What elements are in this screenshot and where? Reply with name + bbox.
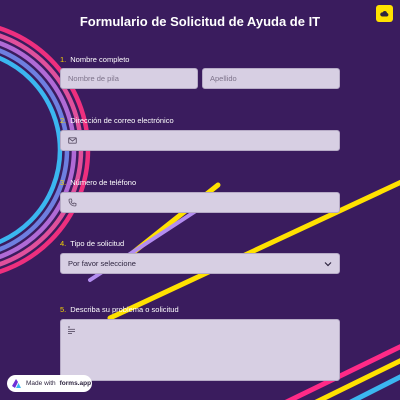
question-number: 2. [60, 116, 67, 125]
question-text: Dirección de correo electrónico [70, 116, 174, 125]
question-number: 3. [60, 178, 67, 187]
question-request-type: 4. Tipo de solicitud [60, 239, 340, 248]
description-textarea[interactable] [60, 319, 340, 381]
question-number: 1. [60, 55, 67, 64]
request-type-select[interactable]: Por favor seleccione [60, 253, 340, 274]
question-text: Nombre completo [70, 55, 130, 64]
form-title: Formulario de Solicitud de Ayuda de IT [79, 14, 321, 29]
question-label: 4. Tipo de solicitud [60, 239, 340, 248]
question-text: Describa su problema o solicitud [70, 305, 179, 314]
question-label: 2. Dirección de correo electrónico [60, 116, 340, 125]
made-with-badge[interactable]: Made with forms.app [7, 375, 92, 392]
email-field[interactable] [60, 130, 340, 151]
question-full-name: 1. Nombre completo [60, 55, 340, 64]
first-name-input[interactable]: Nombre de pila [60, 68, 198, 89]
first-name-placeholder: Nombre de pila [68, 74, 119, 83]
request-type-value: Por favor seleccione [68, 259, 136, 268]
question-text: Tipo de solicitud [70, 239, 125, 248]
brand-name: forms.app [59, 380, 92, 387]
form-page: Formulario de Solicitud de Ayuda de IT 1… [0, 0, 400, 400]
question-label: 5. Describa su problema o solicitud [60, 305, 340, 314]
question-email: 2. Dirección de correo electrónico [60, 116, 340, 125]
question-number: 4. [60, 239, 67, 248]
mail-icon [68, 136, 77, 145]
last-name-placeholder: Apellido [210, 74, 237, 83]
phone-field[interactable] [60, 192, 340, 213]
last-name-input[interactable]: Apellido [202, 68, 340, 89]
question-phone: 3. Número de teléfono [60, 178, 340, 187]
question-label: 3. Número de teléfono [60, 178, 340, 187]
cloud-icon [380, 10, 389, 17]
made-with-text: Made with [26, 380, 56, 387]
question-label: 1. Nombre completo [60, 55, 340, 64]
chevron-down-icon [324, 261, 332, 266]
text-lines-icon [68, 326, 75, 334]
forms-app-logo-icon [12, 379, 21, 388]
question-number: 5. [60, 305, 67, 314]
question-description: 5. Describa su problema o solicitud [60, 305, 340, 314]
phone-icon [68, 198, 77, 207]
cloud-button[interactable] [376, 5, 393, 22]
question-text: Número de teléfono [70, 178, 137, 187]
